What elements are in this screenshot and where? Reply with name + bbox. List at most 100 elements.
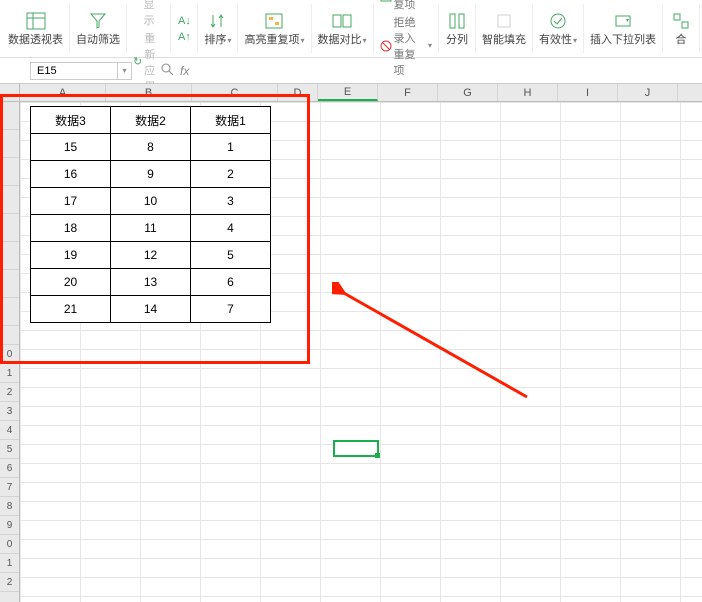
autofilter-label: 自动筛选 <box>76 31 120 47</box>
table-cell[interactable]: 20 <box>31 269 111 296</box>
row-header[interactable] <box>0 214 19 242</box>
sort-desc-icon: A↑ <box>177 30 191 44</box>
filter-extras: ▽全部显示 ↻重新应用 <box>127 4 171 53</box>
row-header[interactable]: 0 <box>0 345 19 364</box>
table-cell[interactable]: 1 <box>191 134 271 161</box>
name-box[interactable]: E15 <box>30 62 118 80</box>
data-compare-button[interactable]: 数据对比▾ <box>312 4 374 53</box>
sort-buttons: A↓ A↑ <box>171 4 198 53</box>
name-box-dropdown[interactable]: ▾ <box>118 62 132 80</box>
col-header[interactable]: F <box>378 84 438 101</box>
col-header[interactable]: A <box>20 84 106 101</box>
sort-asc-icon: A↓ <box>177 14 191 28</box>
row-headers: 0 1 2 3 4 5 6 7 8 9 0 1 2 <box>0 102 20 602</box>
table-cell[interactable]: 12 <box>111 242 191 269</box>
table-cell[interactable]: 7 <box>191 296 271 323</box>
col-header[interactable]: I <box>558 84 618 101</box>
table-header[interactable]: 数据2 <box>111 107 191 134</box>
row-header[interactable]: 3 <box>0 402 19 421</box>
table-cell[interactable]: 11 <box>111 215 191 242</box>
sort-desc-button[interactable]: A↑ <box>177 30 191 44</box>
table-cell[interactable]: 16 <box>31 161 111 188</box>
smart-fill-button[interactable]: 智能填充 <box>476 4 533 53</box>
fx-label[interactable]: fx <box>180 64 189 78</box>
sort-asc-button[interactable]: A↓ <box>177 14 191 28</box>
col-header[interactable]: B <box>106 84 192 101</box>
highlight-label: 高亮重复项▾ <box>244 31 304 47</box>
col-header[interactable]: C <box>192 84 278 101</box>
table-cell[interactable]: 15 <box>31 134 111 161</box>
row-header[interactable] <box>0 298 19 326</box>
reject-dup-icon <box>380 39 392 53</box>
table-cell[interactable]: 17 <box>31 188 111 215</box>
split-icon <box>445 11 469 31</box>
row-header[interactable]: 9 <box>0 516 19 535</box>
row-header[interactable]: 7 <box>0 478 19 497</box>
row-header[interactable] <box>0 326 19 345</box>
row-header[interactable]: 4 <box>0 421 19 440</box>
table-cell[interactable]: 19 <box>31 242 111 269</box>
table-cell[interactable]: 4 <box>191 215 271 242</box>
row-header[interactable]: 1 <box>0 554 19 573</box>
table-cell[interactable]: 10 <box>111 188 191 215</box>
row-header[interactable] <box>0 242 19 270</box>
col-header[interactable]: J <box>618 84 678 101</box>
pivot-table-button[interactable]: 数据透视表 <box>2 4 70 53</box>
active-cell <box>333 440 379 457</box>
col-header[interactable]: E <box>318 84 378 101</box>
select-all-corner[interactable] <box>0 84 20 101</box>
split-col-button[interactable]: 分列 <box>439 4 476 53</box>
cell-area[interactable]: 数据3 数据2 数据1 1581 1692 17103 18114 19125 … <box>20 102 702 602</box>
validity-button[interactable]: 有效性▾ <box>533 4 584 53</box>
table-cell[interactable]: 2 <box>191 161 271 188</box>
delete-dup-icon <box>380 0 392 3</box>
row-header[interactable] <box>0 158 19 186</box>
highlight-icon <box>262 11 286 31</box>
row-header[interactable]: 1 <box>0 364 19 383</box>
delete-dup-button[interactable]: 删除重复项 <box>380 0 432 12</box>
data-table: 数据3 数据2 数据1 1581 1692 17103 18114 19125 … <box>30 106 271 323</box>
table-cell[interactable]: 3 <box>191 188 271 215</box>
autofilter-button[interactable]: 自动筛选 <box>70 4 127 53</box>
table-cell[interactable]: 14 <box>111 296 191 323</box>
row-header[interactable] <box>0 186 19 214</box>
row-header[interactable] <box>0 102 19 130</box>
funnel-small-icon: ▽ <box>133 0 141 3</box>
dup-extras: 删除重复项 拒绝录入重复项▾ <box>374 4 439 53</box>
highlight-dup-button[interactable]: 高亮重复项▾ <box>238 4 311 53</box>
reject-dup-button[interactable]: 拒绝录入重复项▾ <box>380 14 432 78</box>
show-all-button[interactable]: ▽全部显示 <box>133 0 164 28</box>
table-cell[interactable]: 13 <box>111 269 191 296</box>
compare-label: 数据对比▾ <box>318 31 367 47</box>
table-header[interactable]: 数据3 <box>31 107 111 134</box>
row-header[interactable]: 2 <box>0 573 19 592</box>
sort-button[interactable]: 排序▾ <box>198 4 238 53</box>
col-header[interactable]: D <box>278 84 318 101</box>
consolidate-icon <box>669 11 693 31</box>
table-cell[interactable]: 6 <box>191 269 271 296</box>
table-cell[interactable]: 21 <box>31 296 111 323</box>
row-header[interactable]: 0 <box>0 535 19 554</box>
row-header[interactable]: 2 <box>0 383 19 402</box>
table-cell[interactable]: 9 <box>111 161 191 188</box>
row-header[interactable]: 5 <box>0 440 19 459</box>
col-header[interactable]: H <box>498 84 558 101</box>
consolidate-label: 合 <box>676 31 687 47</box>
sort-label: 排序▾ <box>204 31 231 47</box>
row-header[interactable] <box>0 130 19 158</box>
compare-icon <box>330 11 354 31</box>
row-header[interactable]: 8 <box>0 497 19 516</box>
table-cell[interactable]: 5 <box>191 242 271 269</box>
search-icon[interactable] <box>160 62 174 79</box>
table-header[interactable]: 数据1 <box>191 107 271 134</box>
insert-dropdown-button[interactable]: 插入下拉列表 <box>584 4 663 53</box>
table-cell[interactable]: 18 <box>31 215 111 242</box>
consolidate-button[interactable]: 合 <box>663 4 700 53</box>
table-cell[interactable]: 8 <box>111 134 191 161</box>
validity-label: 有效性▾ <box>539 31 577 47</box>
column-headers: A B C D E F G H I J <box>0 84 702 102</box>
row-header[interactable] <box>0 270 19 298</box>
row-header[interactable]: 6 <box>0 459 19 478</box>
smartfill-icon <box>492 11 516 31</box>
col-header[interactable]: G <box>438 84 498 101</box>
